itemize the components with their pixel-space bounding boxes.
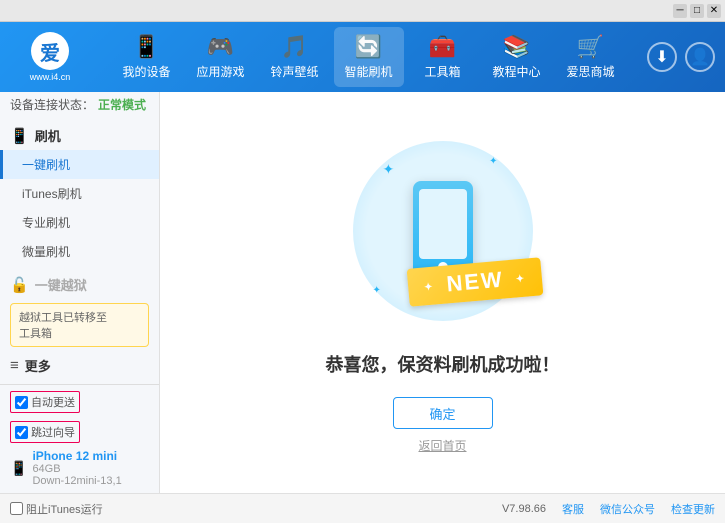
- version-label: V7.98.66: [502, 503, 546, 515]
- sparkle-2: ✦: [489, 156, 497, 167]
- new-label: NEW: [446, 267, 505, 297]
- wechat-link[interactable]: 微信公众号: [600, 501, 655, 517]
- logo-icon: 爱: [31, 32, 69, 70]
- sidebar-item-micro-flash[interactable]: 微量刷机: [0, 237, 159, 266]
- auto-send-label: 自动更送: [31, 394, 75, 410]
- logo: 爱 www.i4.cn: [10, 27, 90, 87]
- more-icon: ≡: [10, 357, 19, 374]
- skip-wizard-label: 跳过向导: [31, 424, 75, 440]
- download-button[interactable]: ⬇: [647, 42, 677, 72]
- auto-send-checkbox-label[interactable]: 自动更送: [10, 391, 80, 413]
- sparkle-3: ✦: [373, 285, 381, 296]
- sidebar-item-itunes-flash[interactable]: iTunes刷机: [0, 179, 159, 208]
- sidebar-footer: 自动更送 跳过向导 📱 iPhone 12 mini 64GB Down-12m…: [0, 384, 159, 493]
- close-button[interactable]: ✕: [707, 4, 721, 18]
- device-phone-icon: 📱: [10, 460, 27, 477]
- nav-smart-flash-label: 智能刷机: [344, 63, 392, 80]
- skip-wizard-checkbox-label[interactable]: 跳过向导: [10, 421, 80, 443]
- sparkle-1: ✦: [383, 161, 395, 178]
- nav-smart-flash[interactable]: 🔄 智能刷机: [334, 27, 404, 87]
- nav-my-device-label: 我的设备: [122, 63, 170, 80]
- device-name: iPhone 12 mini: [32, 449, 121, 463]
- itunes-block-text: 阻止iTunes运行: [26, 501, 103, 517]
- checkbox-row: 自动更送 跳过向导: [10, 391, 149, 443]
- update-link[interactable]: 检查更新: [671, 501, 715, 517]
- nav-tutorial-label: 教程中心: [492, 63, 540, 80]
- content-area: ✦ ✦ ✦ NEW 恭喜您，保资料刷机成功啦！ 确定 返回首页: [160, 92, 725, 493]
- phone-screen: [419, 189, 467, 259]
- nav-my-device-icon: 📱: [133, 34, 160, 60]
- nav-toolbox-label: 工具箱: [424, 63, 460, 80]
- nav-mall[interactable]: 🛒 爱思商城: [556, 27, 626, 87]
- footer: 阻止iTunes运行 V7.98.66 客服 微信公众号 检查更新: [0, 493, 725, 523]
- nav-apps-games[interactable]: 🎮 应用游戏: [186, 27, 256, 87]
- sidebar-more-title: ≡ 更多: [0, 351, 159, 380]
- nav-mall-icon: 🛒: [577, 34, 604, 60]
- flash-section-label: 刷机: [35, 126, 61, 145]
- itunes-flash-label: iTunes刷机: [22, 187, 82, 201]
- nav-apps-games-label: 应用游戏: [196, 63, 244, 80]
- success-illustration: ✦ ✦ ✦ NEW: [343, 131, 543, 331]
- nav-ringtone[interactable]: 🎵 铃声壁纸: [260, 27, 330, 87]
- device-model: Down-12mini-13,1: [32, 475, 121, 487]
- jailbreak-label: 一键越狱: [35, 275, 87, 294]
- minimize-button[interactable]: ─: [673, 4, 687, 18]
- sidebar-warning: 越狱工具已转移至工具箱: [10, 303, 149, 347]
- sidebar-section-more: ≡ 更多 其他工具 下载固件 高级功能: [0, 351, 159, 384]
- device-storage: 64GB: [32, 463, 121, 475]
- itunes-block-checkbox[interactable]: [10, 502, 23, 515]
- logo-url: www.i4.cn: [30, 72, 71, 82]
- jailbreak-icon: 🔓: [10, 276, 29, 294]
- itunes-block-label[interactable]: 阻止iTunes运行: [10, 501, 103, 517]
- nav-tutorial-icon: 📚: [503, 34, 530, 60]
- sidebar-section-jailbreak: 🔓 一键越狱 越狱工具已转移至工具箱: [0, 270, 159, 347]
- return-link[interactable]: 返回首页: [418, 437, 466, 454]
- flash-section-icon: 📱: [10, 127, 29, 145]
- device-info: 📱 iPhone 12 mini 64GB Down-12mini-13,1: [10, 449, 149, 487]
- nav-my-device[interactable]: 📱 我的设备: [112, 27, 182, 87]
- sidebar-item-one-click-flash[interactable]: 一键刷机: [0, 150, 159, 179]
- footer-left: 阻止iTunes运行: [10, 501, 103, 517]
- sidebar-jailbreak-title: 🔓 一键越狱: [0, 270, 159, 299]
- sidebar-warning-text: 越狱工具已转移至工具箱: [19, 312, 107, 340]
- nav-toolbox-icon: 🧰: [429, 34, 456, 60]
- pro-flash-label: 专业刷机: [22, 216, 70, 230]
- footer-right: V7.98.66 客服 微信公众号 检查更新: [502, 501, 715, 517]
- nav-ringtone-icon: 🎵: [281, 34, 308, 60]
- status-bar: 设备连接状态： 正常模式: [0, 92, 159, 117]
- confirm-button[interactable]: 确定: [393, 397, 493, 429]
- micro-flash-label: 微量刷机: [22, 245, 70, 259]
- left-panel: 设备连接状态： 正常模式 📱 刷机 一键刷机 iTunes刷机 专业刷机: [0, 92, 160, 493]
- circle-background: ✦ ✦ ✦ NEW: [353, 141, 533, 321]
- auto-send-checkbox[interactable]: [15, 396, 28, 409]
- nav-apps-games-icon: 🎮: [207, 34, 234, 60]
- sidebar-item-pro-flash[interactable]: 专业刷机: [0, 208, 159, 237]
- more-label: 更多: [25, 356, 51, 375]
- service-link[interactable]: 客服: [562, 501, 584, 517]
- nav-ringtone-label: 铃声壁纸: [270, 63, 318, 80]
- one-click-flash-label: 一键刷机: [22, 158, 70, 172]
- nav-mall-label: 爱思商城: [566, 63, 614, 80]
- main-layout: 设备连接状态： 正常模式 📱 刷机 一键刷机 iTunes刷机 专业刷机: [0, 92, 725, 493]
- sidebar-scroll: 设备连接状态： 正常模式 📱 刷机 一键刷机 iTunes刷机 专业刷机: [0, 92, 159, 384]
- success-message: 恭喜您，保资料刷机成功啦！: [326, 351, 560, 377]
- maximize-button[interactable]: □: [690, 4, 704, 18]
- nav-smart-flash-icon: 🔄: [355, 34, 382, 60]
- user-button[interactable]: 👤: [685, 42, 715, 72]
- skip-wizard-checkbox[interactable]: [15, 426, 28, 439]
- nav-items: 📱 我的设备 🎮 应用游戏 🎵 铃声壁纸 🔄 智能刷机 🧰 工具箱 📚 教程中心…: [90, 27, 647, 87]
- status-label: 设备连接状态：: [10, 96, 94, 113]
- device-text: iPhone 12 mini 64GB Down-12mini-13,1: [32, 449, 121, 487]
- header: 爱 www.i4.cn 📱 我的设备 🎮 应用游戏 🎵 铃声壁纸 🔄 智能刷机 …: [0, 22, 725, 92]
- status-value: 正常模式: [98, 96, 146, 113]
- nav-tutorial[interactable]: 📚 教程中心: [482, 27, 552, 87]
- nav-toolbox[interactable]: 🧰 工具箱: [408, 27, 478, 87]
- titlebar: ─ □ ✕: [0, 0, 725, 22]
- sidebar-flash-title: 📱 刷机: [0, 121, 159, 150]
- sidebar-section-flash: 📱 刷机 一键刷机 iTunes刷机 专业刷机 微量刷机: [0, 121, 159, 266]
- nav-right: ⬇ 👤: [647, 42, 715, 72]
